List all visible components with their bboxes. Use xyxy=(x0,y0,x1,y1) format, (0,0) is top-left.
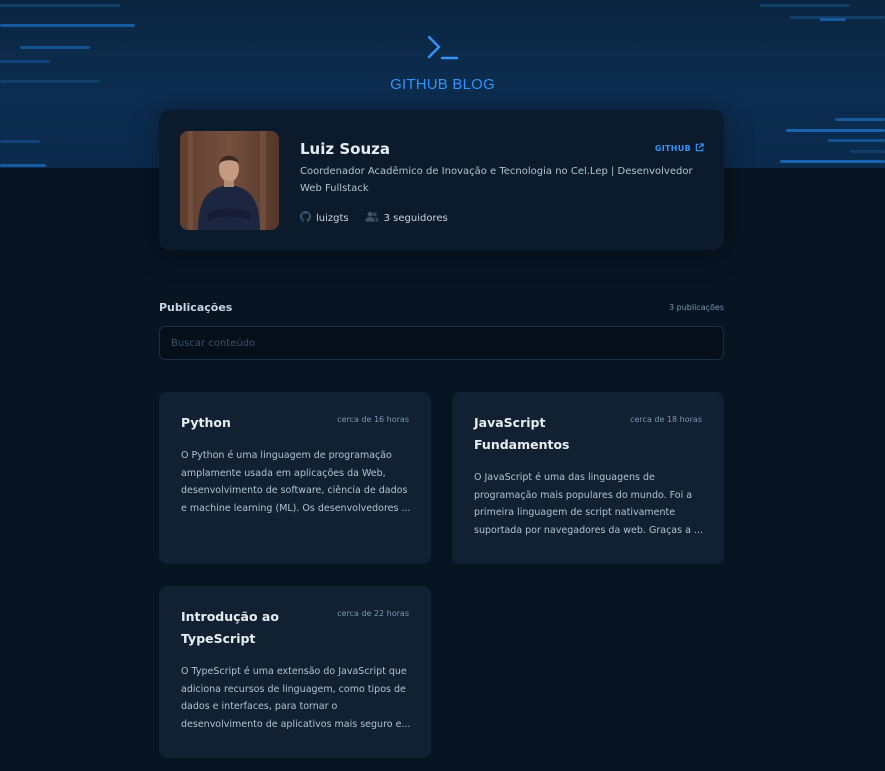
logo-text: GITHUB BLOG xyxy=(390,76,495,93)
terminal-prompt-icon xyxy=(0,34,885,60)
profile-card: Luiz Souza GITHUB Coordenador Acadêmico … xyxy=(159,110,724,250)
site-logo[interactable]: GITHUB BLOG xyxy=(0,34,885,93)
username-item: luizgts xyxy=(300,211,349,225)
post-card[interactable]: Introdução ao TypeScript cerca de 22 hor… xyxy=(159,586,431,758)
post-title: Python xyxy=(181,415,231,430)
decor-line xyxy=(780,160,885,163)
decor-line xyxy=(0,4,120,7)
decor-line xyxy=(0,140,40,143)
external-link-icon xyxy=(695,143,704,154)
post-title: Introdução ao TypeScript xyxy=(181,609,279,646)
github-link-label: GITHUB xyxy=(654,144,691,153)
decor-line xyxy=(0,24,135,27)
decor-line xyxy=(786,129,885,132)
decor-line xyxy=(828,139,885,142)
decor-line xyxy=(820,18,846,21)
github-icon xyxy=(300,211,311,225)
post-card[interactable]: JavaScript Fundamentos cerca de 18 horas… xyxy=(452,392,724,564)
decor-line xyxy=(850,150,885,153)
post-excerpt: O JavaScript é uma das linguagens de pro… xyxy=(474,472,703,536)
post-date: cerca de 22 horas xyxy=(337,609,409,618)
username: luizgts xyxy=(316,212,349,224)
post-date: cerca de 18 horas xyxy=(630,415,702,424)
publications-title: Publicações xyxy=(159,301,233,314)
publications-count: 3 publicações xyxy=(669,303,724,312)
decor-line xyxy=(760,4,850,7)
users-icon xyxy=(365,211,379,225)
profile-meta: luizgts 3 seguidores xyxy=(300,211,448,225)
post-date: cerca de 16 horas xyxy=(337,415,409,424)
profile-name: Luiz Souza xyxy=(300,140,390,158)
followers-count: 3 seguidores xyxy=(383,212,448,224)
decor-line xyxy=(0,164,46,167)
search-input[interactable] xyxy=(159,326,724,360)
decor-line xyxy=(835,118,885,121)
profile-bio: Coordenador Acadêmico de Inovação e Tecn… xyxy=(300,166,693,194)
followers-item: 3 seguidores xyxy=(365,211,448,225)
post-title: JavaScript Fundamentos xyxy=(474,415,570,452)
post-card[interactable]: Python cerca de 16 horas O Python é uma … xyxy=(159,392,431,564)
github-link[interactable]: GITHUB xyxy=(655,143,704,154)
post-excerpt: O TypeScript é uma extensão do JavaScrip… xyxy=(181,666,411,730)
post-excerpt: O Python é uma linguagem de programação … xyxy=(181,450,411,514)
avatar xyxy=(180,131,279,230)
